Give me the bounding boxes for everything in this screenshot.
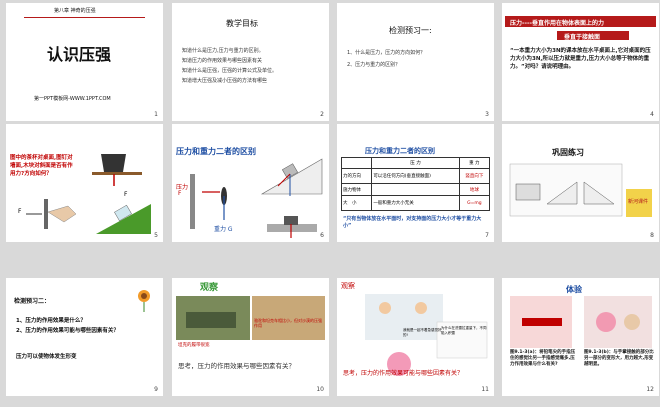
slide12-desc-b: 图9.1-3(b)：与手掌接触的部分比另一部分的变形大，用力越大,形变越明显。 [584, 350, 654, 367]
slide11-caption: 为什么在洗雪拉重量下，不同陷入积雪 [441, 326, 487, 335]
force-diagram [190, 158, 323, 238]
slide1-title: 认识压强 [47, 45, 112, 64]
table-header: 压 力 [371, 157, 460, 169]
slide-number: 10 [316, 386, 324, 393]
photo-caption: 骆驼和坦克车相比小，但对沙漠的压强作用 [254, 318, 322, 328]
slide-number: 12 [646, 386, 654, 393]
photo-caption: 坦克的履带很宽 [178, 343, 210, 348]
slide-number: 9 [154, 386, 158, 393]
slide-number: 8 [650, 232, 654, 239]
slide-number: 6 [320, 232, 324, 239]
slide-number: 11 [481, 386, 489, 393]
slide-thumbnail-7[interactable]: 压力和重力二者的区别 压 力 重 力 力的方向 可以沿任何方向(垂直接触面) 竖… [337, 124, 494, 242]
slide-number: 7 [485, 232, 489, 239]
slide-thumbnail-11[interactable]: 观察 我就是一起不着急感觉好的! 为什么在洗雪拉重量下，不同陷入积雪 思考，压力… [337, 278, 494, 396]
slide4-line1: 压力----垂直作用在物体表面上的力 [510, 20, 604, 27]
snow-scene-illustration [365, 294, 488, 376]
exercise-illustration [509, 163, 652, 217]
slide-thumbnail-8[interactable]: 巩固练习 新河课件 8 [502, 124, 659, 242]
slide-thumbnail-1[interactable]: 第八章 神奇的压强 认识压强 第一PPT模板网-WWW.1PPT.COM 1 [6, 3, 163, 121]
slide3-title: 检测预习一: [389, 26, 432, 35]
table-cell: 可以沿任何方向(垂直接触面) [371, 168, 460, 184]
slide-number: 5 [154, 232, 158, 239]
table-cell: 力的方向 [340, 168, 373, 184]
slide-number: 2 [320, 111, 324, 118]
divider [24, 17, 145, 18]
slide-number: 3 [485, 111, 489, 118]
tank-camel-photos [176, 296, 325, 340]
list-item: 1、什么是压力，压力的方向如何？ [347, 50, 426, 56]
table-cell: G=mg [458, 195, 491, 211]
side-tag: 新河课件 [628, 199, 649, 205]
slide7-title: 压力和重力二者的区别 [365, 147, 435, 155]
force-label: F [124, 191, 128, 198]
comparison-table: 压 力 重 力 力的方向 可以沿任何方向(垂直接触面) 竖直向下 施力物体 地球… [340, 157, 491, 211]
slide-thumbnail-6[interactable]: 压力和重力二者的区别 压力 F 重力 G 6 [172, 124, 329, 242]
table-cell: 竖直向下 [458, 168, 491, 184]
pressure-label-f: F [178, 190, 182, 197]
slide10-question: 思考，压力的作用效果与哪些因素有关？ [178, 362, 295, 370]
table-cell: 大 小 [340, 195, 373, 211]
diagram-illustration [26, 154, 151, 234]
slide12-desc-a: 图9.1-3(a)：将铅笔尖的手指压住的感觉比另一手指感觉痛多,压力作用效果与什… [510, 350, 576, 367]
list-item: 知道压力的作用效果与哪些因素有关 [182, 58, 263, 64]
table-cell: 施力物体 [340, 183, 373, 196]
flower-icon [138, 290, 150, 312]
slide4-line2: 垂直于接触面 [564, 34, 601, 41]
slide-number: 1 [154, 111, 158, 118]
slide-thumbnail-3[interactable]: 检测预习一: 1、什么是压力，压力的方向如何？ 2、压力与重力的区别？ 3 [337, 3, 494, 121]
slide-thumbnail-10[interactable]: 观察 坦克的履带很宽 骆驼和坦克车相比小，但对沙漠的压强作用 思考，压力的作用效… [172, 278, 329, 396]
list-item: 知道什么是压强，压强的计算公式及单位。 [182, 68, 278, 74]
slide-thumbnail-12[interactable]: 体验 图9.1-3(a)：将铅笔尖的手指压住的感觉比另一手指感觉痛多,压力作用效… [502, 278, 659, 396]
table-cell [371, 183, 460, 196]
slide-number: 4 [650, 111, 654, 118]
slide-thumbnail-4[interactable]: 压力----垂直作用在物体表面上的力 垂直于接触面 “一本重力大小为3N的课本放… [502, 3, 659, 121]
slide11-question: 思考，压力的作用效果可能与哪些因素有关？ [343, 370, 464, 377]
list-item: 知道增大压强及减小压强的方法有哪些 [182, 78, 268, 84]
slide7-note: “只有当物体放在水平面时，对支持面的压力大小才等于重力大小” [343, 216, 482, 229]
list-item: 知道什么是压力,压力与重力的区别。 [182, 48, 264, 54]
slide1-footer: 第一PPT模板网-WWW.1PPT.COM [34, 96, 111, 102]
slide1-header: 第八章 神奇的压强 [54, 8, 96, 14]
slide-thumbnail-9[interactable]: 检测预习二： 1、压力的作用效果是什么？ 2、压力的作用效果可能与哪些因素有关？… [6, 278, 163, 396]
slide2-title: 教学目标 [226, 19, 258, 28]
table-header: 重 力 [458, 157, 491, 169]
speech-bubble: 我就是一起不着急感觉好的! [403, 328, 442, 337]
list-item: 2、压力与重力的区别？ [347, 62, 401, 68]
slide-thumbnail-2[interactable]: 教学目标 知道什么是压力,压力与重力的区别。 知道压力的作用效果与哪些因素有关 … [172, 3, 329, 121]
table-header [340, 157, 373, 169]
slide-thumbnail-5[interactable]: 图中的茶杯对桌面,图钉对墙面,木块对斜面是否有作用力?方向如何？ F F 5 [6, 124, 163, 242]
force-label: F [18, 208, 22, 215]
table-cell: 一般和重力大小无关 [371, 195, 460, 211]
experiment-photos [510, 296, 652, 348]
slide4-paragraph: “一本重力大小为3N的课本放在水平桌面上,它对桌面的压力大小为3N,所以压力就是… [510, 48, 651, 70]
gravity-label: 重力 G [214, 226, 233, 233]
table-cell: 地球 [458, 183, 491, 196]
